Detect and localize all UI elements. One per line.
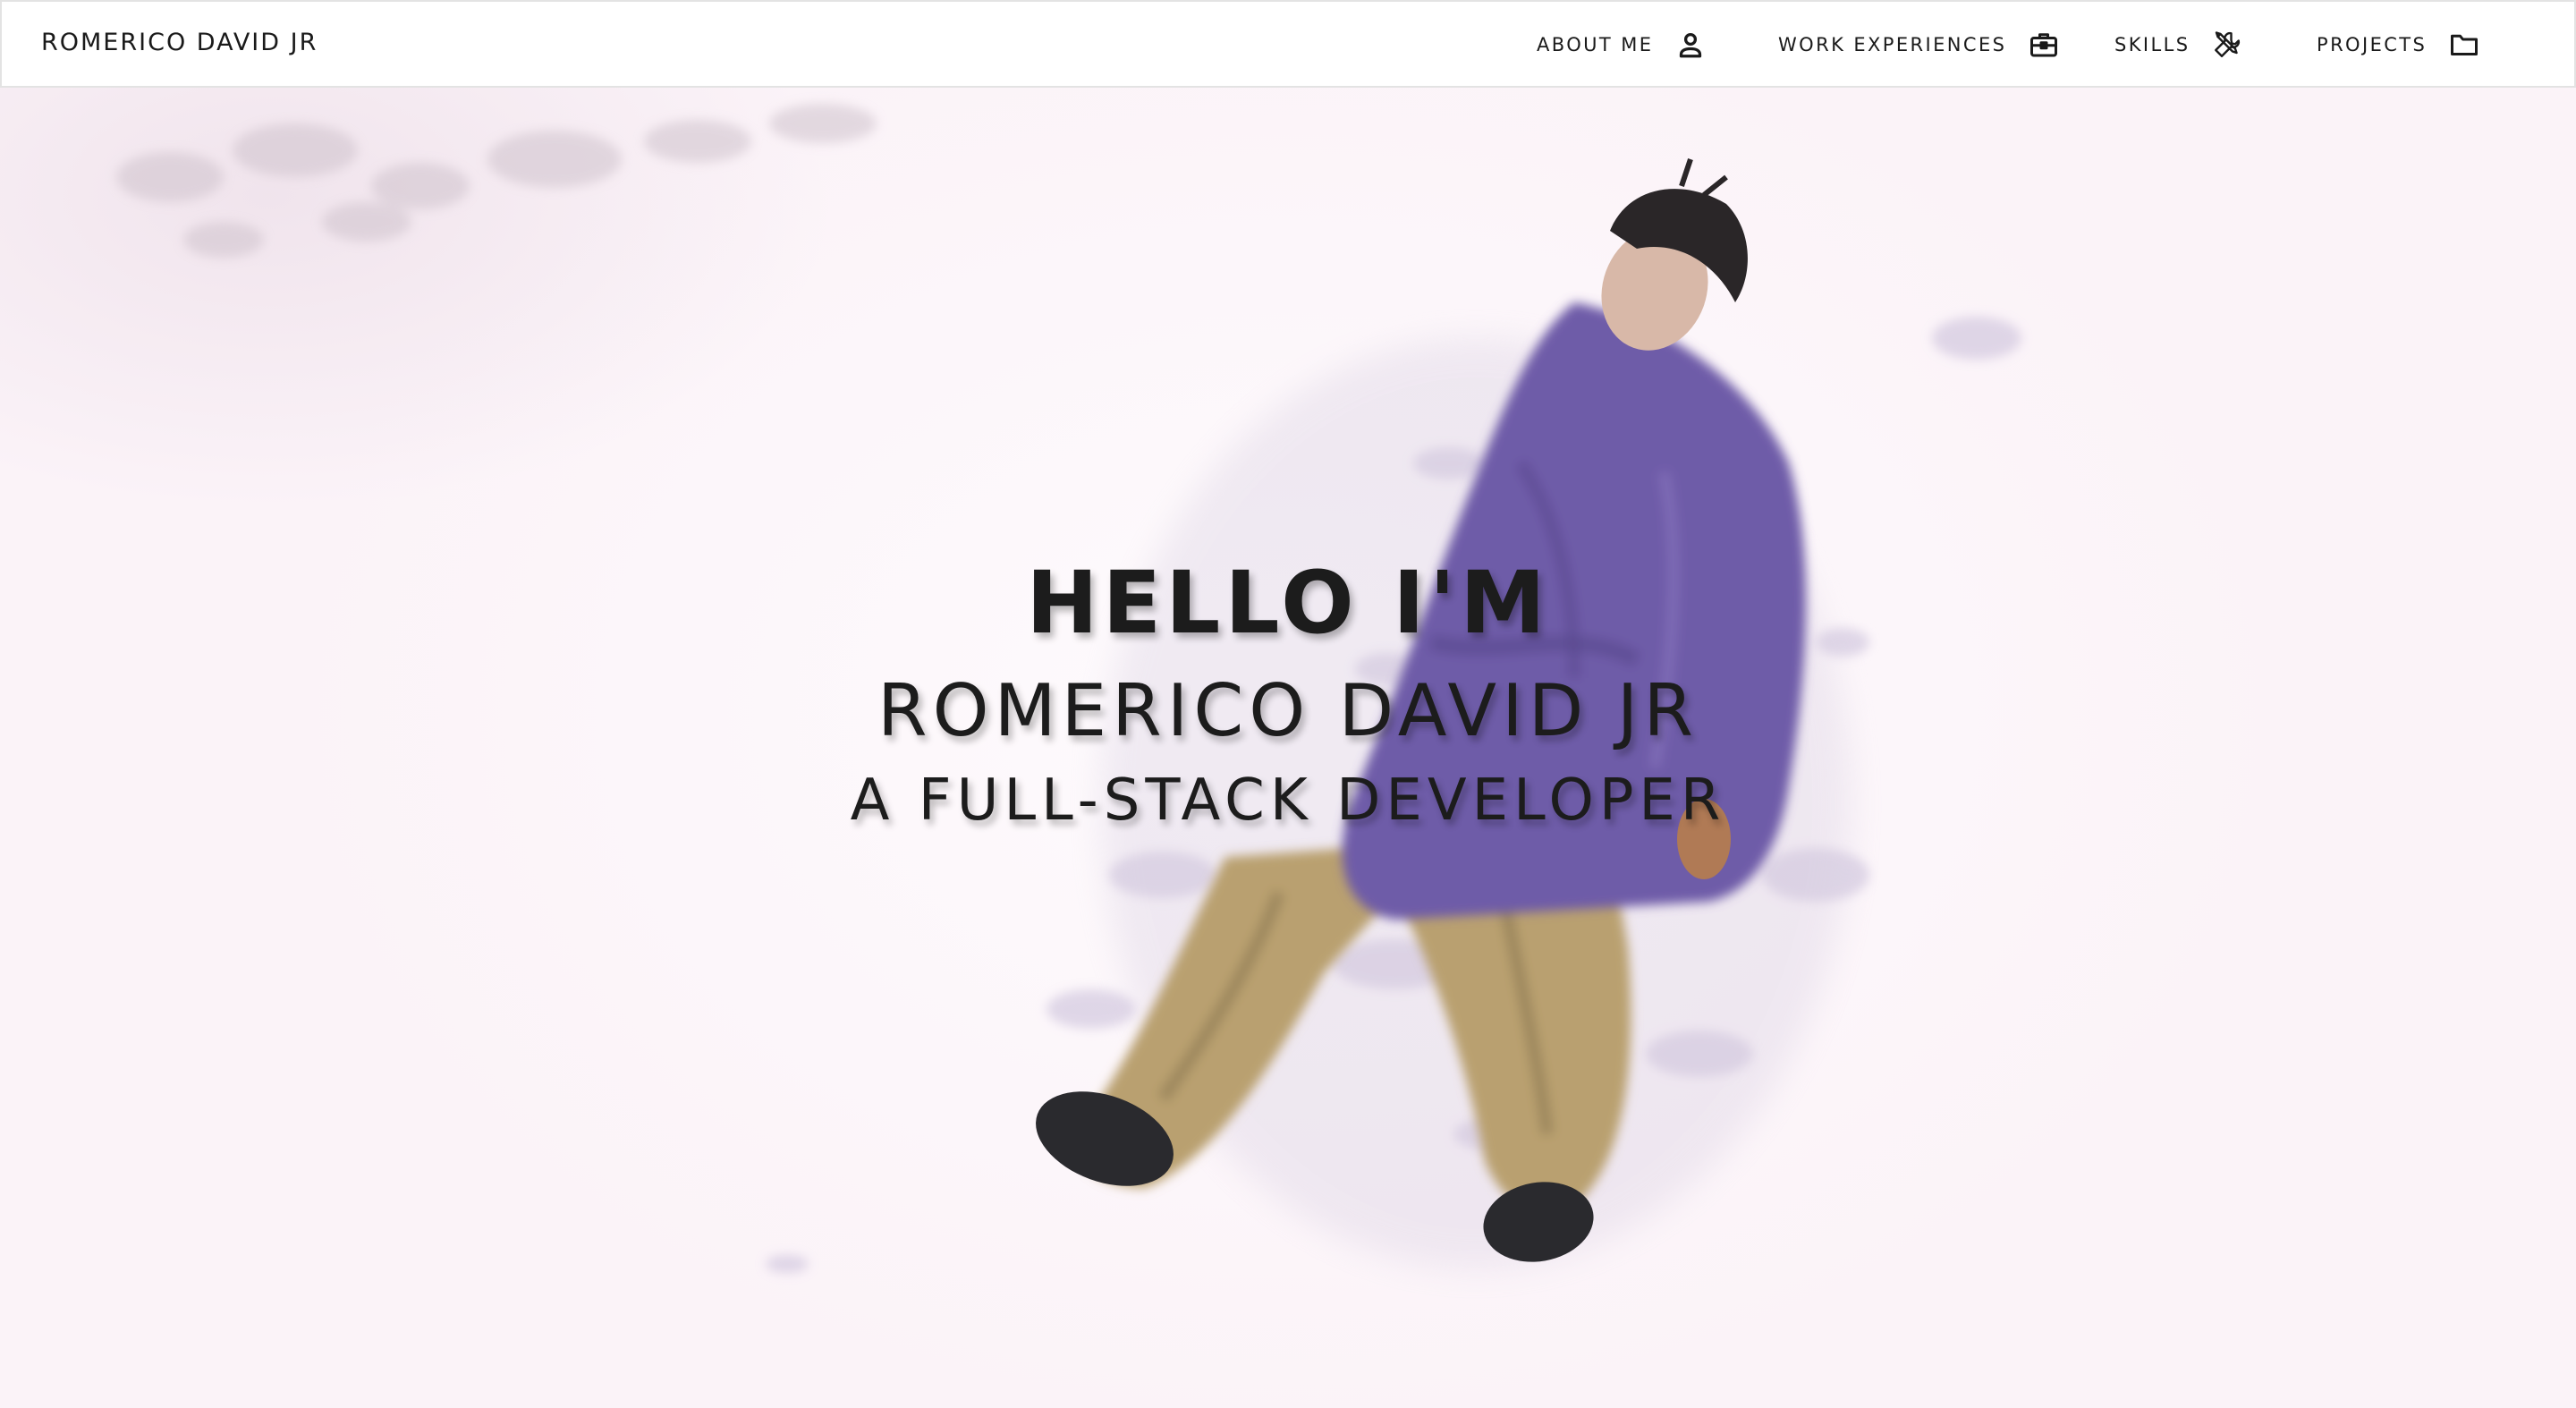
page: ROMERICO DAVID JR ABOUT ME WORK EXPERIEN…: [0, 0, 2576, 1408]
person-icon: [1673, 27, 1708, 63]
nav-skills[interactable]: SKILLS: [2114, 27, 2245, 63]
hero-role: A FULL-STACK DEVELOPER: [850, 768, 1726, 834]
nav-work-experiences-label: WORK EXPERIENCES: [1778, 34, 2007, 55]
nav-projects-label: PROJECTS: [2317, 34, 2428, 55]
hero-name: ROMERICO DAVID JR: [877, 669, 1699, 752]
briefcase-icon: [2026, 27, 2062, 63]
nav-projects[interactable]: PROJECTS: [2317, 27, 2482, 63]
top-navbar: ROMERICO DAVID JR ABOUT ME WORK EXPERIEN…: [0, 0, 2576, 88]
hero-section: HELLO I'M ROMERICO DAVID JR A FULL-STACK…: [0, 88, 2576, 1408]
nav-work-experiences[interactable]: WORK EXPERIENCES: [1778, 27, 2062, 63]
hero-greeting: HELLO I'M: [1026, 553, 1550, 653]
tools-icon: [2209, 27, 2245, 63]
nav-skills-label: SKILLS: [2114, 34, 2190, 55]
nav-about-me[interactable]: ABOUT ME: [1537, 27, 1708, 63]
folder-icon: [2446, 27, 2482, 63]
nav-about-me-label: ABOUT ME: [1537, 34, 1654, 55]
brand-logo-text[interactable]: ROMERICO DAVID JR: [41, 29, 318, 56]
